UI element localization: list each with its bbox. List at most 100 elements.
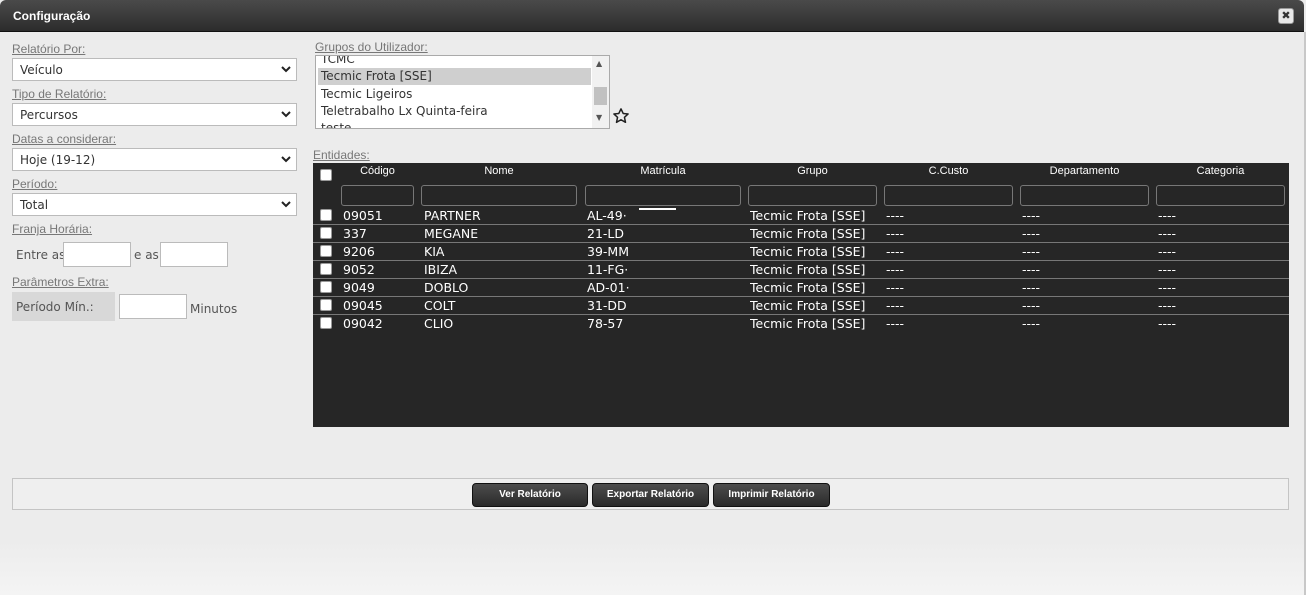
e-as-label: e as	[134, 248, 159, 262]
group-item[interactable]: Teletrabalho Lx Quinta-feira	[318, 103, 591, 120]
table-row[interactable]: 09042 CLIO 78-57 Tecmic Frota [SSE] ---- ----…	[313, 315, 1289, 333]
close-icon[interactable]: ✖	[1278, 8, 1294, 24]
table-cell: 09042	[343, 316, 383, 331]
table-cell: 11-FG·	[587, 262, 629, 277]
filter-codigo-input[interactable]	[341, 185, 414, 206]
col-header-ccusto[interactable]: C.Custo	[884, 165, 1013, 177]
table-cell: ----	[886, 316, 905, 331]
col-header-departamento[interactable]: Departamento	[1020, 165, 1149, 177]
periodo-min-input[interactable]	[119, 294, 187, 319]
filter-grupo-input[interactable]	[748, 185, 877, 206]
table-cell: AL-49·	[587, 208, 627, 223]
relatorio-por-select[interactable]: Veículo	[12, 58, 297, 81]
filter-categoria-input[interactable]	[1156, 185, 1285, 206]
table-cell: ----	[1158, 226, 1177, 241]
table-cell: AD-01·	[587, 280, 630, 295]
tipo-relatorio-select[interactable]: Percursos	[12, 103, 297, 126]
group-item[interactable]: Tecmic Ligeiros	[318, 86, 591, 103]
row-checkbox[interactable]	[320, 263, 332, 275]
entre-as-label: Entre as	[16, 248, 66, 262]
select-all-checkbox[interactable]	[320, 169, 332, 181]
table-cell: ----	[886, 280, 905, 295]
table-cell: 78-57	[587, 316, 624, 331]
relatorio-por-value: Veículo	[20, 63, 63, 77]
table-cell: ----	[1022, 280, 1041, 295]
table-cell: ----	[1022, 244, 1041, 259]
hora-fim-input[interactable]	[160, 242, 228, 267]
periodo-label: Período:	[12, 177, 58, 191]
table-cell: DOBLO	[424, 280, 469, 295]
table-row[interactable]: 09051 PARTNER AL-49· Tecmic Frota [SSE] ----…	[313, 207, 1289, 225]
table-cell: Tecmic Frota [SSE]	[750, 208, 866, 223]
col-header-categoria[interactable]: Categoria	[1156, 165, 1285, 177]
table-cell: MEGANE	[424, 226, 479, 241]
group-item[interactable]: teste	[318, 120, 591, 128]
filter-ccusto-input[interactable]	[884, 185, 1013, 206]
parametros-extra-label: Parâmetros Extra:	[12, 275, 109, 289]
hora-inicio-input[interactable]	[63, 242, 131, 267]
imprimir-relatorio-button[interactable]: Imprimir Relatório	[713, 483, 830, 507]
row-checkbox[interactable]	[320, 281, 332, 293]
table-cell: ----	[1022, 208, 1041, 223]
filter-nome-input[interactable]	[421, 185, 577, 206]
col-header-codigo[interactable]: Código	[341, 165, 414, 177]
table-row[interactable]: 337 MEGANE 21-LD Tecmic Frota [SSE] ---- ----…	[313, 225, 1289, 243]
table-cell: ----	[886, 298, 905, 313]
table-cell: 39-MM	[587, 244, 629, 259]
table-cell: ----	[886, 226, 905, 241]
row-checkbox[interactable]	[320, 209, 332, 221]
entidades-label: Entidades:	[313, 148, 370, 162]
table-cell: ----	[1158, 244, 1177, 259]
group-item[interactable]: TCMC	[318, 56, 591, 68]
scroll-down-icon[interactable]: ▼	[596, 113, 602, 122]
row-checkbox[interactable]	[320, 317, 332, 329]
table-cell: 9052	[343, 262, 375, 277]
grupos-scrollbar[interactable]: ▲ ▼	[592, 56, 609, 128]
datas-select[interactable]: Hoje (19-12)	[12, 148, 297, 171]
col-header-matricula[interactable]: Matrícula	[585, 165, 741, 177]
row-checkbox[interactable]	[320, 299, 332, 311]
tipo-relatorio-value: Percursos	[20, 108, 78, 122]
table-cell: Tecmic Frota [SSE]	[750, 280, 866, 295]
scroll-up-icon[interactable]: ▲	[596, 59, 602, 68]
table-cell: ----	[1158, 280, 1177, 295]
entities-table: Código Nome Matrícula Grupo C.Custo Depa…	[313, 163, 1289, 427]
action-bar: Ver Relatório Exportar Relatório Imprimi…	[12, 478, 1289, 510]
periodo-select[interactable]: Total	[12, 193, 297, 216]
franja-label: Franja Horária:	[12, 222, 93, 236]
periodo-min-box: Período Mín.:	[12, 292, 115, 321]
table-cell: KIA	[424, 244, 445, 259]
table-row[interactable]: 9049 DOBLO AD-01· Tecmic Frota [SSE] ---- ---…	[313, 279, 1289, 297]
table-row[interactable]: 9052 IBIZA 11-FG· Tecmic Frota [SSE] ---- ---…	[313, 261, 1289, 279]
table-cell: 31-DD	[587, 298, 627, 313]
table-cell: 09045	[343, 298, 383, 313]
datas-label: Datas a considerar:	[12, 132, 117, 146]
minutos-label: Minutos	[190, 302, 238, 316]
filter-departamento-input[interactable]	[1020, 185, 1149, 206]
table-cell: ----	[1158, 208, 1177, 223]
dialog-titlebar: Configuração ✖	[0, 0, 1304, 32]
ver-relatorio-button[interactable]: Ver Relatório	[472, 483, 588, 507]
chevron-down-icon	[281, 201, 291, 208]
table-row[interactable]: 09045 COLT 31-DD Tecmic Frota [SSE] ---- ----…	[313, 297, 1289, 315]
table-cell: ----	[886, 208, 905, 223]
grupos-label: Grupos do Utilizador:	[315, 40, 428, 54]
chevron-down-icon	[281, 66, 291, 73]
table-cell: ----	[1158, 316, 1177, 331]
grupos-listbox[interactable]: TCMC Tecmic Frota [SSE] Tecmic Ligeiros …	[315, 55, 610, 129]
group-item-selected[interactable]: Tecmic Frota [SSE]	[318, 68, 591, 85]
row-checkbox[interactable]	[320, 245, 332, 257]
exportar-relatorio-button[interactable]: Exportar Relatório	[592, 483, 709, 507]
scroll-thumb[interactable]	[594, 87, 607, 105]
row-checkbox[interactable]	[320, 227, 332, 239]
filter-matricula-input[interactable]	[585, 185, 741, 206]
table-cell: 21-LD	[587, 226, 625, 241]
col-header-nome[interactable]: Nome	[421, 165, 577, 177]
table-row[interactable]: 9206 KIA 39-MM Tecmic Frota [SSE] ---- ---- --…	[313, 243, 1289, 261]
star-outline-icon[interactable]	[612, 107, 630, 125]
table-cell: ----	[1158, 262, 1177, 277]
col-header-grupo[interactable]: Grupo	[748, 165, 877, 177]
datas-value: Hoje (19-12)	[20, 153, 96, 167]
table-cell: ----	[886, 244, 905, 259]
table-cell: ----	[1158, 298, 1177, 313]
